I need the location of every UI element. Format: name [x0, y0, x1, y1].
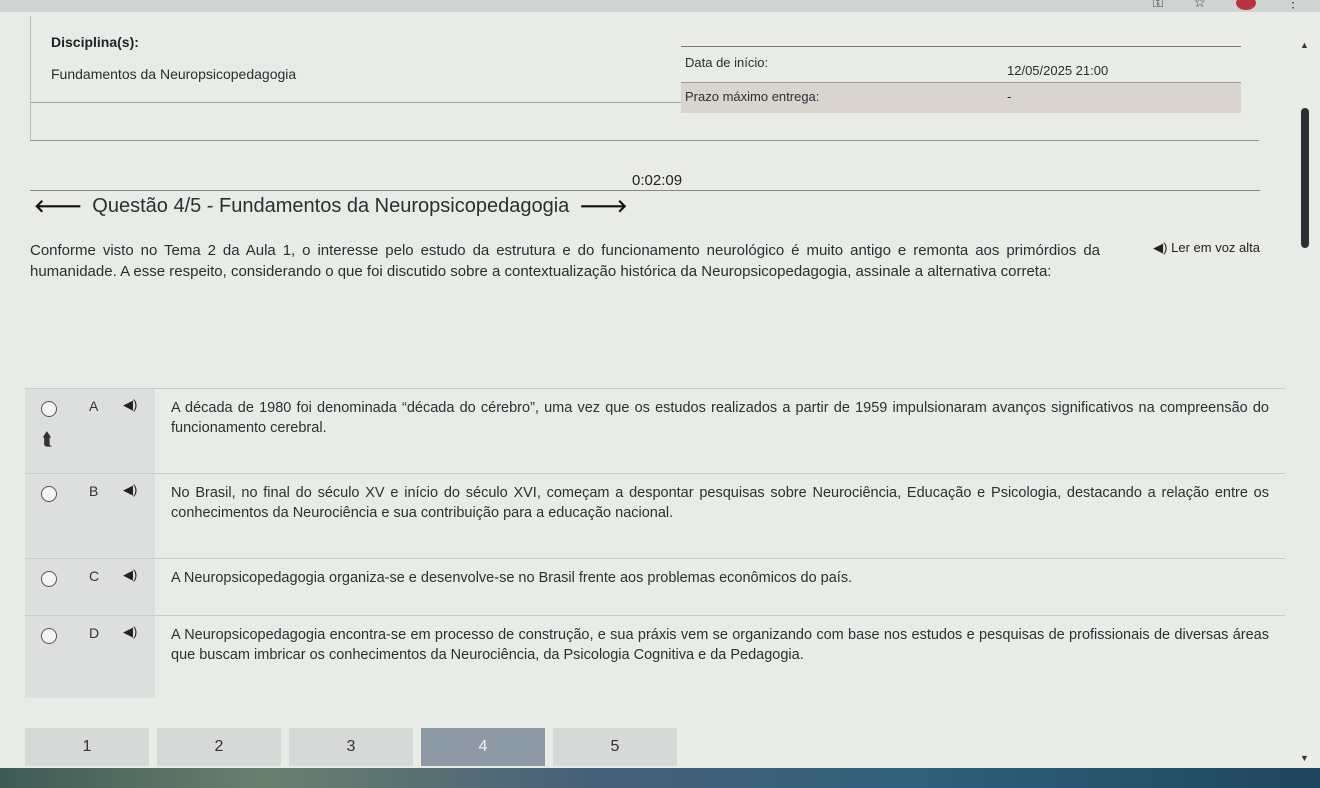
profile-avatar[interactable]: [1236, 0, 1256, 10]
option-letter: C: [89, 568, 100, 584]
question-statement: Conforme visto no Tema 2 da Aula 1, o in…: [30, 242, 1100, 280]
browser-icons: ⚿ ☆ ⋮: [1153, 0, 1300, 11]
radio-button[interactable]: [41, 571, 57, 587]
desktop-wallpaper-strip: [0, 768, 1320, 788]
scroll-thumb[interactable]: [1301, 108, 1309, 248]
start-date-row: Data de início: 12/05/2025 21:00: [681, 46, 1241, 83]
speaker-icon[interactable]: ◀): [123, 397, 137, 413]
scroll-up-icon[interactable]: ▲: [1300, 40, 1309, 50]
option-letter: D: [89, 625, 100, 641]
option-text[interactable]: A Neuropsicopedagogia encontra-se em pro…: [155, 616, 1285, 675]
scrollbar[interactable]: ▲ ▼: [1298, 40, 1312, 765]
radio-button[interactable]: [41, 401, 57, 417]
deadline-label: Prazo máximo entrega:: [685, 89, 820, 104]
radio-button[interactable]: [41, 486, 57, 502]
previous-question-arrow-icon[interactable]: 🡐: [34, 196, 82, 217]
dates-table: Data de início: 12/05/2025 21:00 Prazo m…: [681, 46, 1241, 113]
deadline-row: Prazo máximo entrega: -: [681, 82, 1241, 113]
option-text[interactable]: A Neuropsicopedagogia organiza-se e dese…: [155, 559, 868, 598]
timer: 0:02:09: [632, 172, 683, 189]
page-button-1[interactable]: 1: [25, 728, 149, 766]
start-date-label: Data de início:: [685, 55, 769, 70]
option-controls: C ◀): [25, 559, 155, 615]
page-button-5[interactable]: 5: [553, 728, 677, 766]
option-c[interactable]: C ◀) A Neuropsicopedagogia organiza-se e…: [25, 558, 1285, 615]
option-d[interactable]: D ◀) A Neuropsicopedagogia encontra-se e…: [25, 615, 1285, 698]
start-date-value: 12/05/2025 21:00: [1007, 63, 1109, 78]
question-pagination: 1 2 3 4 5: [25, 728, 685, 766]
radio-button[interactable]: [41, 628, 57, 644]
page-button-3[interactable]: 3: [289, 728, 413, 766]
option-b[interactable]: B ◀) No Brasil, no final do século XV e …: [25, 473, 1285, 558]
question-text: Conforme visto no Tema 2 da Aula 1, o in…: [30, 240, 1260, 282]
page-button-2[interactable]: 2: [157, 728, 281, 766]
divider: [30, 190, 1260, 191]
option-text[interactable]: No Brasil, no final do século XV e iníci…: [155, 474, 1285, 533]
deadline-value: -: [1007, 89, 1012, 104]
speaker-icon[interactable]: ◀): [123, 567, 137, 583]
menu-dots-icon[interactable]: ⋮: [1286, 0, 1300, 11]
question-header: 🡐 Questão 4/5 - Fundamentos da Neuropsic…: [34, 195, 628, 218]
option-letter: B: [89, 483, 99, 499]
option-controls: B ◀): [25, 474, 155, 558]
key-icon[interactable]: ⚿: [1153, 0, 1164, 11]
speaker-icon[interactable]: ◀): [123, 624, 137, 640]
browser-toolbar: ⚿ ☆ ⋮: [0, 0, 1320, 12]
discipline-info-box: Disciplina(s): Fundamentos da Neuropsico…: [30, 16, 1259, 141]
next-question-arrow-icon[interactable]: 🡒: [579, 196, 627, 217]
discipline-value: Fundamentos da Neuropsicopedagogia: [51, 66, 297, 82]
mouse-cursor-icon: ⮬: [42, 429, 53, 449]
option-text[interactable]: A década de 1980 foi denominada “década …: [155, 389, 1285, 448]
page-button-4[interactable]: 4: [421, 728, 545, 766]
speaker-icon[interactable]: ◀): [123, 482, 137, 498]
divider: [31, 102, 681, 103]
star-icon[interactable]: ☆: [1193, 0, 1206, 11]
option-a[interactable]: A ◀) ⮬ A década de 1980 foi denominada “…: [25, 388, 1285, 473]
scroll-down-icon[interactable]: ▼: [1300, 753, 1309, 763]
option-controls: D ◀): [25, 616, 155, 698]
discipline-label: Disciplina(s):: [51, 34, 139, 50]
answer-options: A ◀) ⮬ A década de 1980 foi denominada “…: [25, 388, 1285, 698]
option-letter: A: [89, 398, 99, 414]
option-controls: A ◀) ⮬: [25, 389, 155, 473]
question-title: Questão 4/5 - Fundamentos da Neuropsicop…: [92, 195, 570, 217]
